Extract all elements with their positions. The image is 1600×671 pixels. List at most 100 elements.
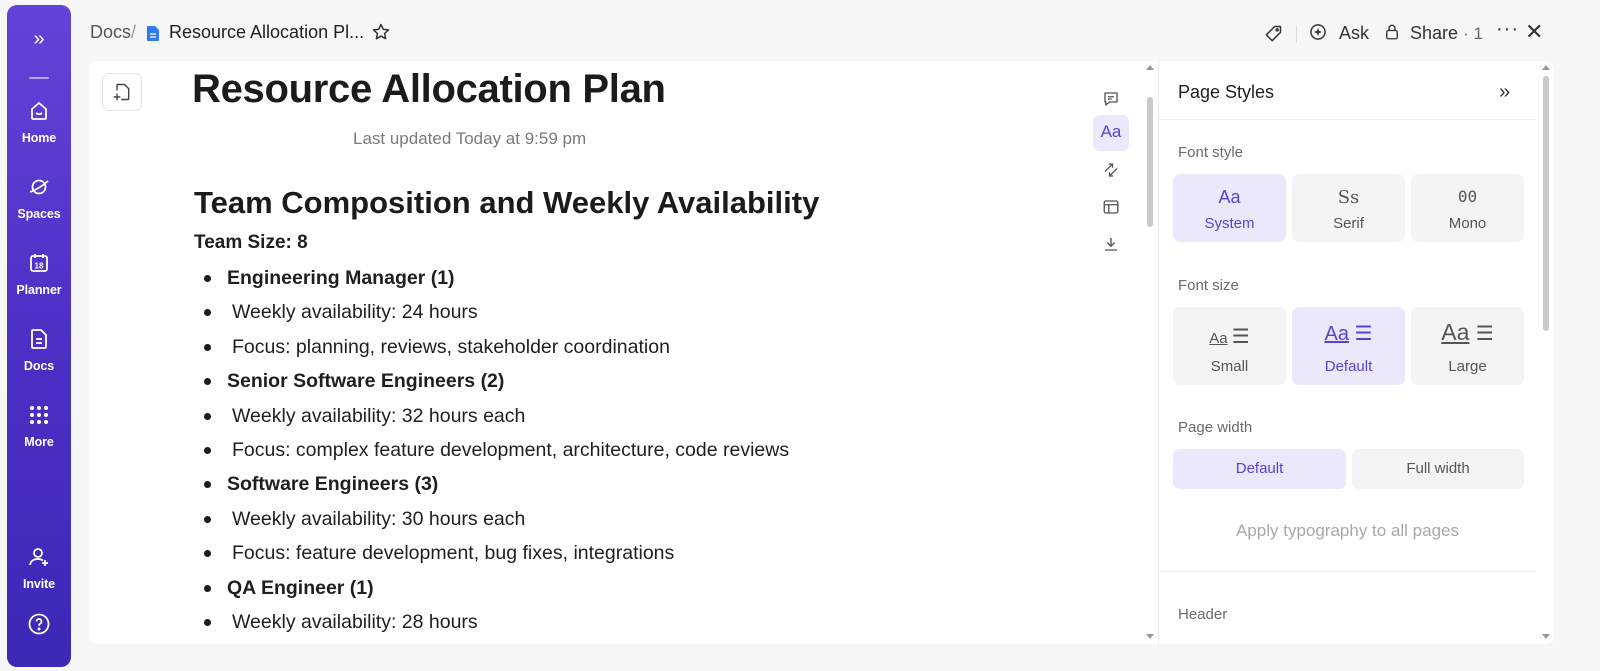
download-icon — [1105, 238, 1117, 251]
list-item[interactable]: Weekly availability: 32 hours each — [194, 398, 789, 432]
list-item[interactable]: Weekly availability: 30 hours each — [194, 501, 789, 535]
scroll-down-arrow-icon[interactable] — [1542, 634, 1550, 639]
ai-sparkle-icon — [1310, 24, 1326, 40]
doc-icon — [31, 329, 47, 349]
list-item[interactable]: Software Engineers (3) — [194, 466, 789, 500]
font-style-label: System — [1204, 215, 1255, 232]
header-divider — [1296, 25, 1297, 43]
font-size-label: Large — [1448, 358, 1487, 375]
sidebar-item-label: Docs — [23, 359, 55, 373]
typography-label: Aa — [1100, 122, 1122, 141]
font-size-default-option[interactable]: Aa ☰ Default — [1292, 307, 1405, 385]
page-width-default-option[interactable]: Default — [1173, 449, 1346, 489]
last-updated-text: Last updated Today at 9:59 pm — [353, 129, 587, 148]
share-label: Share — [1410, 23, 1459, 43]
grid-icon — [30, 406, 48, 424]
panel-scrollbar[interactable] — [1538, 62, 1554, 642]
close-icon[interactable]: ✕ — [1525, 19, 1543, 45]
list-item[interactable]: QA Engineer (1) — [194, 570, 789, 604]
font-style-glyph: 00 — [1457, 187, 1478, 206]
sidebar-item-more[interactable]: More — [7, 403, 71, 449]
layout-button[interactable] — [1093, 189, 1129, 225]
doc-file-icon — [147, 26, 159, 41]
panel-title: Page Styles — [1178, 82, 1275, 102]
list-item[interactable]: Focus: feature development, bug fixes, i… — [194, 535, 789, 569]
page-width-full-option[interactable]: Full width — [1352, 449, 1524, 489]
sidebar-item-planner[interactable]: 18 Planner — [7, 251, 71, 297]
list-item[interactable]: Senior Software Engineers (2) — [194, 363, 789, 397]
ask-label: Ask — [1339, 23, 1370, 43]
document-scrollbar[interactable] — [1142, 62, 1158, 642]
team-size-text[interactable]: Team Size: 8 — [194, 232, 308, 254]
add-subpage-button[interactable] — [102, 73, 142, 111]
font-size-preview: Aa ☰ — [1173, 324, 1286, 349]
font-style-mono-option[interactable]: 00 Mono — [1411, 174, 1524, 242]
font-style-glyph: Aa — [1218, 187, 1241, 207]
ask-button[interactable]: Ask — [1308, 22, 1369, 44]
help-icon — [28, 613, 50, 635]
list-item[interactable]: Focus: planning, reviews, stakeholder co… — [194, 329, 789, 363]
document-area: Resource Allocation Plan Last updated To… — [89, 61, 1158, 644]
scrollbar-thumb[interactable] — [1147, 97, 1153, 227]
sidebar-item-label: More — [24, 435, 54, 449]
tag-icon[interactable] — [1263, 24, 1283, 44]
breadcrumb-current-doc[interactable]: Resource Allocation Pl... — [169, 22, 364, 43]
font-size-glyph: Aa — [1324, 323, 1349, 345]
font-style-glyph: Ss — [1337, 187, 1360, 208]
invite-label: Invite — [22, 577, 56, 591]
link-arrows-icon — [1104, 163, 1118, 177]
sidebar-divider — [29, 77, 49, 79]
sidebar: » Home Spaces 18 Planner Docs More Invit… — [7, 5, 71, 667]
font-size-large-option[interactable]: Aa ☰ Large — [1411, 307, 1524, 385]
star-icon[interactable] — [371, 22, 391, 42]
text-lines-icon: ☰ — [1231, 326, 1250, 348]
sidebar-item-home[interactable]: Home — [7, 99, 71, 145]
expand-sidebar-icon[interactable]: » — [7, 29, 71, 49]
lock-icon — [1386, 24, 1398, 40]
scrollbar-thumb[interactable] — [1543, 76, 1549, 331]
font-style-label: Font style — [1178, 144, 1244, 161]
invite-button[interactable]: Invite — [7, 545, 71, 591]
page-styles-panel: Page Styles » Font style Aa System Ss Se… — [1158, 61, 1554, 644]
font-size-preview: Aa ☰ — [1411, 319, 1524, 346]
collapse-panel-icon[interactable]: » — [1499, 81, 1510, 104]
panel-divider — [1159, 571, 1536, 572]
scroll-up-arrow-icon[interactable] — [1146, 65, 1154, 70]
scroll-down-arrow-icon[interactable] — [1146, 634, 1154, 639]
comments-button[interactable] — [1093, 81, 1129, 117]
sidebar-item-label: Spaces — [17, 207, 61, 221]
more-options-icon[interactable]: ··· — [1496, 18, 1519, 41]
font-style-system-option[interactable]: Aa System — [1173, 174, 1286, 242]
help-button[interactable] — [7, 612, 71, 636]
typography-button[interactable]: Aa — [1093, 115, 1129, 151]
list-item[interactable]: Engineering Manager (1) — [194, 260, 789, 294]
header-section-label: Header — [1178, 606, 1228, 623]
list-item[interactable]: Weekly availability: 24 hours — [194, 294, 789, 328]
calendar-icon: 18 — [30, 254, 48, 272]
spaces-icon — [29, 179, 49, 195]
sidebar-item-label: Home — [21, 131, 57, 145]
apply-typography-all-pages-button[interactable]: Apply typography to all pages — [1159, 521, 1536, 541]
share-button[interactable]: Share · 1 — [1383, 22, 1483, 44]
font-size-glyph: Aa — [1441, 319, 1470, 345]
add-user-icon — [29, 548, 48, 566]
breadcrumb-docs[interactable]: Docs — [90, 22, 131, 43]
section-heading[interactable]: Team Composition and Weekly Availability — [194, 185, 819, 221]
list-item[interactable]: Weekly availability: 28 hours — [194, 604, 789, 638]
comment-icon — [1104, 92, 1118, 106]
relationships-button[interactable] — [1093, 152, 1129, 188]
add-page-icon — [113, 83, 130, 101]
sidebar-item-docs[interactable]: Docs — [7, 327, 71, 373]
export-button[interactable] — [1093, 226, 1129, 262]
list-item[interactable]: Focus: complex feature development, arch… — [194, 432, 789, 466]
scroll-up-arrow-icon[interactable] — [1542, 65, 1550, 70]
font-style-label: Serif — [1333, 215, 1364, 232]
font-size-small-option[interactable]: Aa ☰ Small — [1173, 307, 1286, 385]
font-style-serif-option[interactable]: Ss Serif — [1292, 174, 1405, 242]
document-title[interactable]: Resource Allocation Plan — [192, 67, 666, 112]
sidebar-item-spaces[interactable]: Spaces — [7, 175, 71, 221]
panel-divider — [1159, 119, 1536, 120]
font-size-label: Small — [1210, 358, 1249, 375]
team-list: Engineering Manager (1) Weekly availabil… — [194, 260, 789, 638]
text-lines-icon: ☰ — [1354, 323, 1373, 345]
